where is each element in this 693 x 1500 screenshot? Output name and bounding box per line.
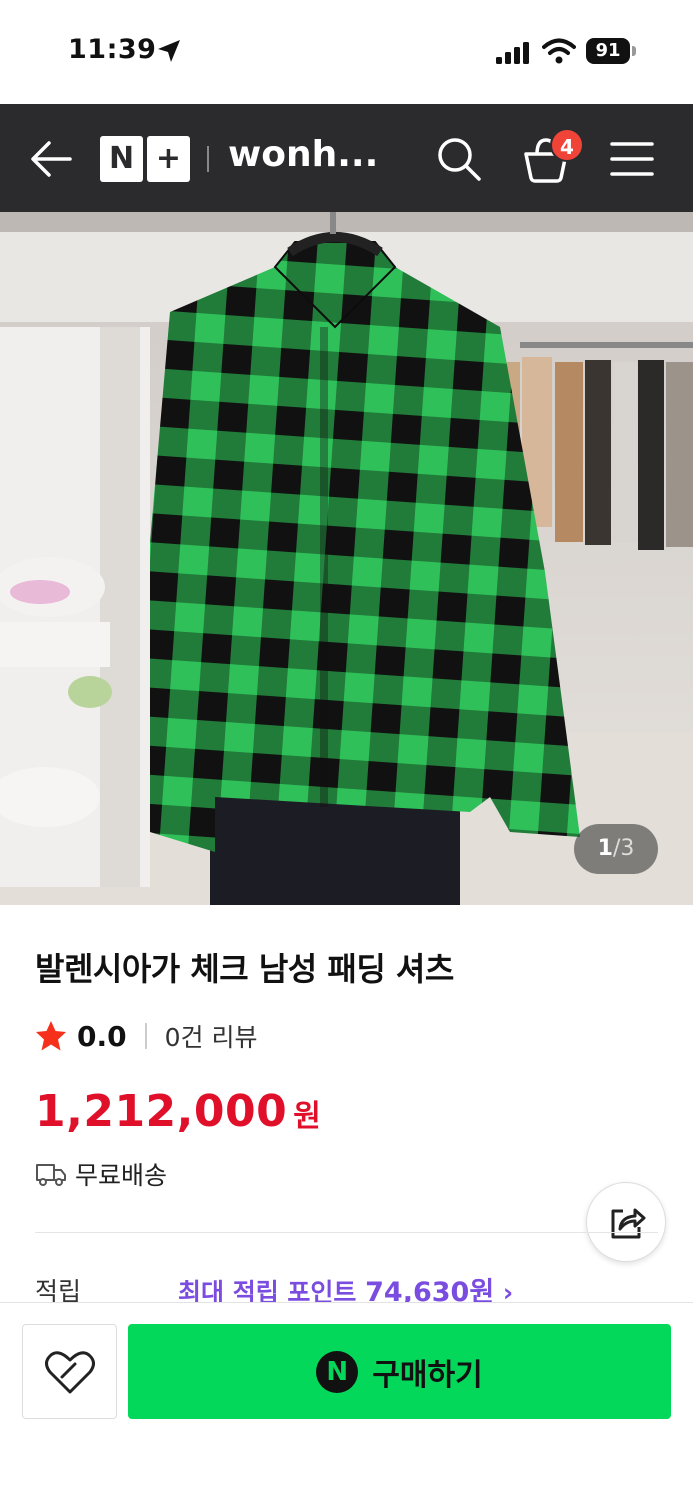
rating-row[interactable]: 0.0 0건 리뷰 bbox=[35, 1016, 257, 1056]
back-arrow-icon[interactable] bbox=[30, 140, 72, 178]
product-photo bbox=[0, 212, 693, 905]
heart-icon bbox=[45, 1351, 95, 1394]
logo-n: N bbox=[100, 136, 143, 182]
menu-icon[interactable] bbox=[610, 140, 654, 178]
logo-plus: + bbox=[147, 136, 190, 182]
naver-plus-logo[interactable]: N + bbox=[100, 136, 191, 182]
truck-icon bbox=[36, 1164, 66, 1186]
battery-level: 91 bbox=[586, 38, 630, 64]
battery-tip bbox=[632, 46, 636, 56]
share-button[interactable] bbox=[586, 1182, 666, 1262]
shipping-text: 무료배송 bbox=[75, 1161, 168, 1190]
rating-divider bbox=[144, 1023, 147, 1049]
top-navigation-bar: N + wonh... 4 bbox=[0, 104, 693, 212]
product-title: 발렌시아가 체크 남성 패딩 셔츠 bbox=[35, 950, 454, 988]
image-page-indicator: 1/3 bbox=[574, 824, 658, 874]
cart-count-badge: 4 bbox=[550, 128, 584, 162]
naver-pay-icon: N bbox=[316, 1350, 359, 1393]
cellular-signal-icon bbox=[496, 42, 529, 64]
price-row: 1,212,000 원 bbox=[35, 1086, 321, 1137]
price-currency-unit: 원 bbox=[293, 1099, 321, 1134]
battery-indicator: 91 bbox=[586, 38, 636, 64]
section-divider bbox=[35, 1232, 658, 1233]
status-bar: 11:39 91 bbox=[0, 0, 693, 104]
image-current-index: 1 bbox=[597, 836, 613, 861]
status-time: 11:39 bbox=[68, 34, 157, 65]
product-image-carousel[interactable]: 1/3 bbox=[0, 212, 693, 905]
wifi-icon bbox=[542, 38, 576, 64]
buy-button-label: 구매하기 bbox=[372, 1357, 483, 1393]
review-count[interactable]: 0건 리뷰 bbox=[165, 1018, 258, 1054]
location-arrow-icon bbox=[158, 40, 180, 62]
bottom-purchase-bar: N 구매하기 bbox=[0, 1302, 693, 1500]
shipping-info: 무료배송 bbox=[35, 1156, 167, 1192]
rating-score: 0.0 bbox=[77, 1019, 127, 1053]
image-total-count: 3 bbox=[620, 836, 635, 861]
nav-divider bbox=[207, 146, 209, 172]
wishlist-button[interactable] bbox=[22, 1324, 117, 1419]
store-name-link[interactable]: wonh... bbox=[228, 134, 378, 175]
buy-button[interactable]: N 구매하기 bbox=[128, 1324, 671, 1419]
star-icon bbox=[36, 1021, 66, 1051]
share-icon bbox=[611, 1208, 646, 1239]
search-icon[interactable] bbox=[436, 136, 482, 182]
product-price: 1,212,000 bbox=[35, 1086, 288, 1137]
